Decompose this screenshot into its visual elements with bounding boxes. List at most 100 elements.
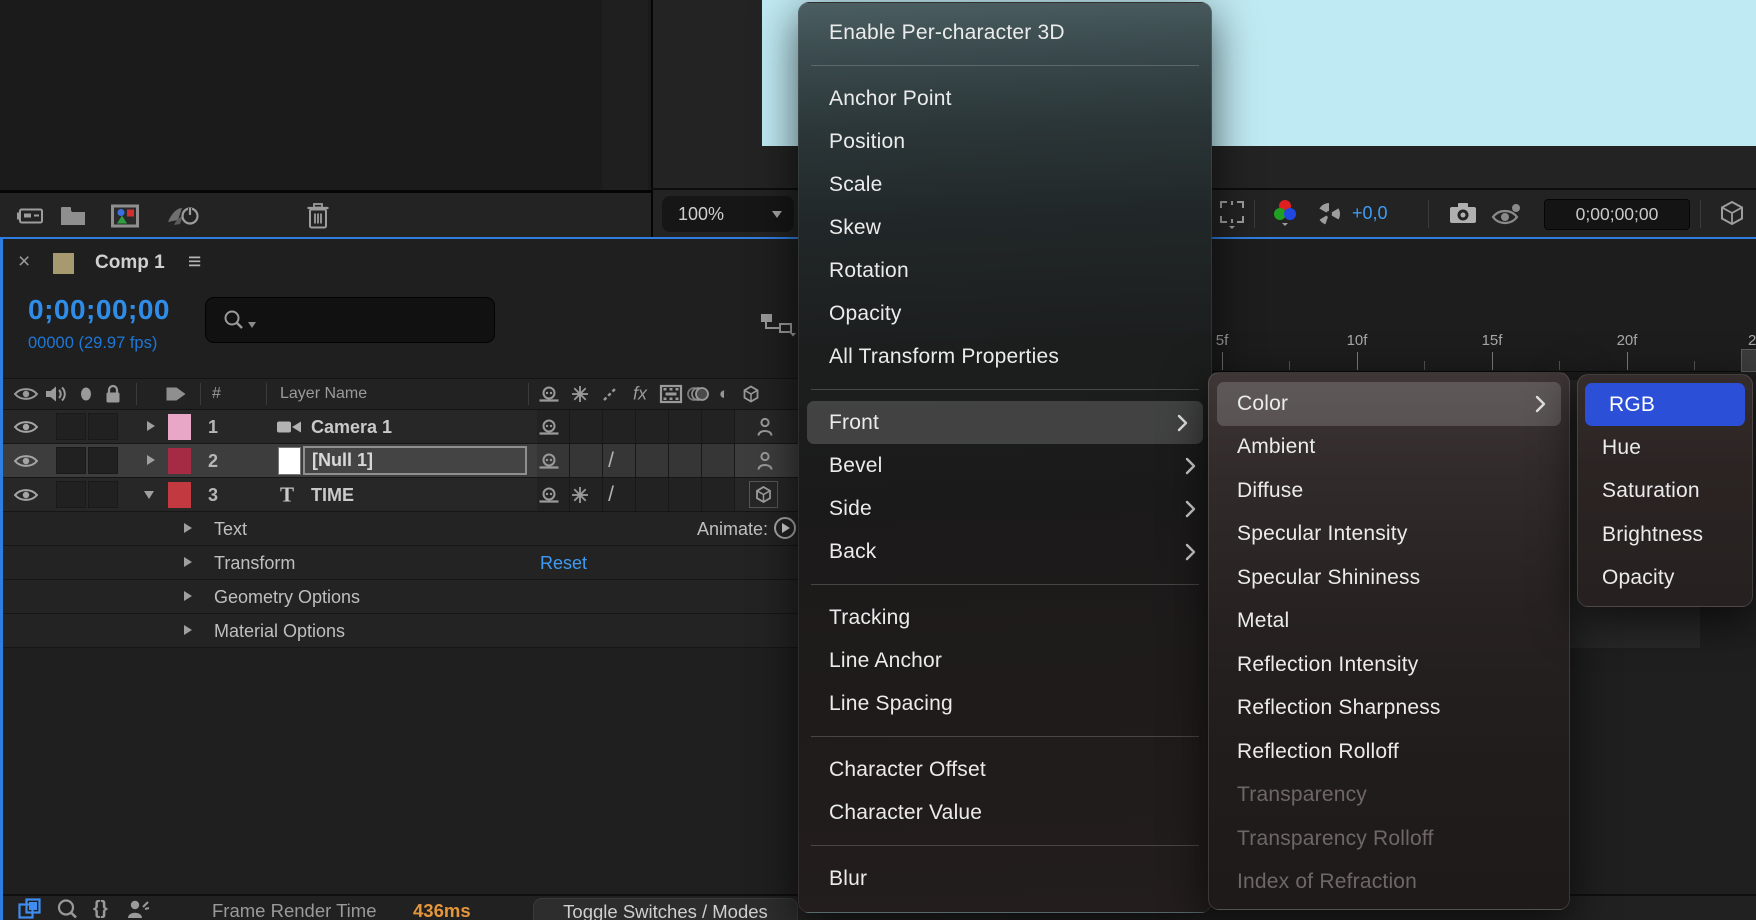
parent-pick-whip-icon[interactable] [757, 417, 774, 436]
expressions-braces-icon[interactable]: {} [93, 898, 108, 920]
menu-item-color[interactable]: Color [1217, 382, 1561, 426]
new-composition-icon[interactable] [110, 204, 140, 229]
adjustment-layer-icon[interactable]: ◐ [719, 384, 729, 404]
menu-item-bevel[interactable]: Bevel [799, 444, 1211, 487]
video-eye-icon[interactable] [14, 387, 38, 402]
interpret-footage-icon[interactable] [16, 207, 44, 226]
menu-item-line-anchor[interactable]: Line Anchor [799, 639, 1211, 682]
reset-link[interactable]: Reset [540, 553, 587, 574]
audio-cell[interactable] [56, 481, 86, 508]
quality-icon[interactable] [602, 386, 618, 402]
comp-tab-title[interactable]: Comp 1 [95, 252, 165, 274]
show-snapshot-icon[interactable] [1491, 203, 1523, 227]
show-channel-icon[interactable] [1272, 198, 1298, 228]
menu-item-metal[interactable]: Metal [1209, 600, 1569, 644]
menu-item-side[interactable]: Side [799, 487, 1211, 530]
menu-item-rotation[interactable]: Rotation [799, 249, 1211, 292]
menu-item-reflection-sharpness[interactable]: Reflection Sharpness [1209, 687, 1569, 731]
frame-blend-icon[interactable] [660, 385, 683, 404]
menu-item-brightness[interactable]: Brightness [1578, 513, 1752, 556]
video-eye-icon[interactable] [14, 487, 38, 502]
label-tag-icon[interactable] [166, 386, 187, 403]
current-time-display[interactable]: 0;00;00;00 [28, 294, 170, 326]
expand-chevron-icon[interactable] [184, 557, 192, 567]
menu-item-skew[interactable]: Skew [799, 206, 1211, 249]
menu-item-reflection-rolloff[interactable]: Reflection Rolloff [1209, 730, 1569, 774]
audio-speaker-icon[interactable] [45, 385, 67, 403]
menu-item-hue[interactable]: Hue [1578, 426, 1752, 469]
column-index[interactable]: # [212, 385, 221, 403]
layer-label-swatch[interactable] [168, 482, 191, 508]
menu-item-specular-shininess[interactable]: Specular Shininess [1209, 556, 1569, 600]
layer-label-swatch[interactable] [168, 414, 191, 440]
menu-item-position[interactable]: Position [799, 120, 1211, 163]
menu-item-ambient[interactable]: Ambient [1209, 426, 1569, 470]
solo-cell[interactable] [88, 481, 118, 508]
layer-label-swatch[interactable] [168, 448, 191, 474]
property-row-transform[interactable]: Transform Reset [0, 546, 798, 580]
3d-layer-switch[interactable] [749, 481, 778, 508]
toggle-switches-modes-button[interactable]: Toggle Switches / Modes [533, 898, 798, 920]
layer-row-camera[interactable]: 1 Camera 1 [0, 410, 798, 444]
layer-name[interactable]: TIME [311, 485, 354, 506]
collapse-transformations-icon[interactable] [571, 385, 589, 403]
animate-menu-button[interactable] [774, 517, 796, 539]
property-label[interactable]: Geometry Options [214, 587, 360, 608]
parent-pick-whip-icon[interactable] [757, 451, 774, 470]
region-of-interest-icon[interactable] [1220, 201, 1244, 229]
menu-item-anchor-point[interactable]: Anchor Point [799, 77, 1211, 120]
column-layer-name[interactable]: Layer Name [280, 385, 367, 403]
menu-item-character-value[interactable]: Character Value [799, 791, 1211, 834]
magnification-dropdown[interactable]: 100% [662, 196, 794, 232]
menu-item-specular-intensity[interactable]: Specular Intensity [1209, 513, 1569, 557]
solo-cell[interactable] [88, 413, 118, 440]
effects-fx-icon[interactable]: fx [633, 384, 647, 405]
menu-item-character-offset[interactable]: Character Offset [799, 748, 1211, 791]
layer-row-null[interactable]: 2 [Null 1] / [0, 444, 798, 478]
layer-name-editing-box[interactable]: [Null 1] [303, 446, 527, 475]
solo-cell[interactable] [88, 447, 118, 474]
lock-icon[interactable] [105, 384, 122, 405]
expand-chevron-icon[interactable] [184, 625, 192, 635]
property-label[interactable]: Material Options [214, 621, 345, 642]
menu-item-enable-per-character-3d[interactable]: Enable Per-character 3D [799, 11, 1211, 54]
solo-icon[interactable] [81, 388, 91, 401]
menu-item-opacity[interactable]: Opacity [1578, 557, 1752, 600]
collapse-chevron-icon[interactable] [144, 491, 154, 499]
menu-item-reflection-intensity[interactable]: Reflection Intensity [1209, 643, 1569, 687]
menu-item-blur[interactable]: Blur [799, 857, 1211, 900]
expand-chevron-icon[interactable] [147, 455, 155, 465]
viewer-timecode-field[interactable]: 0;00;00;00 [1544, 199, 1690, 230]
shy-icon[interactable] [539, 453, 560, 469]
layer-row-text[interactable]: 3 T TIME / [0, 478, 798, 512]
menu-item-line-spacing[interactable]: Line Spacing [799, 682, 1211, 725]
property-row-geometry[interactable]: Geometry Options [0, 580, 798, 614]
close-icon[interactable]: × [18, 250, 30, 274]
expand-chevron-icon[interactable] [184, 591, 192, 601]
quality-switch[interactable]: / [608, 449, 614, 473]
timeline-search-input[interactable] [205, 297, 495, 343]
video-eye-icon[interactable] [14, 453, 38, 468]
menu-item-scale[interactable]: Scale [799, 163, 1211, 206]
take-snapshot-icon[interactable] [1449, 202, 1477, 224]
wizard-icon[interactable] [127, 899, 150, 919]
property-row-text[interactable]: Text Animate: [0, 512, 798, 546]
panel-menu-icon[interactable]: ≡ [188, 248, 201, 275]
shy-icon[interactable] [539, 487, 560, 503]
shy-icon[interactable] [539, 386, 560, 402]
shy-icon[interactable] [539, 419, 560, 435]
audio-cell[interactable] [56, 413, 86, 440]
collapse-transformations-icon[interactable] [571, 486, 589, 504]
new-folder-icon[interactable] [60, 206, 86, 226]
property-row-material[interactable]: Material Options [0, 614, 798, 648]
property-label[interactable]: Transform [214, 553, 295, 574]
menu-item-opacity[interactable]: Opacity [799, 292, 1211, 335]
expand-chevron-icon[interactable] [147, 421, 155, 431]
menu-item-rgb[interactable]: RGB [1585, 383, 1745, 426]
comp-mini-flowchart-icon[interactable] [760, 313, 796, 337]
video-eye-icon[interactable] [14, 419, 38, 434]
graph-editor-icon[interactable] [57, 899, 78, 920]
menu-item-tracking[interactable]: Tracking [799, 596, 1211, 639]
menu-item-saturation[interactable]: Saturation [1578, 470, 1752, 513]
menu-item-all-transform-properties[interactable]: All Transform Properties [799, 335, 1211, 378]
